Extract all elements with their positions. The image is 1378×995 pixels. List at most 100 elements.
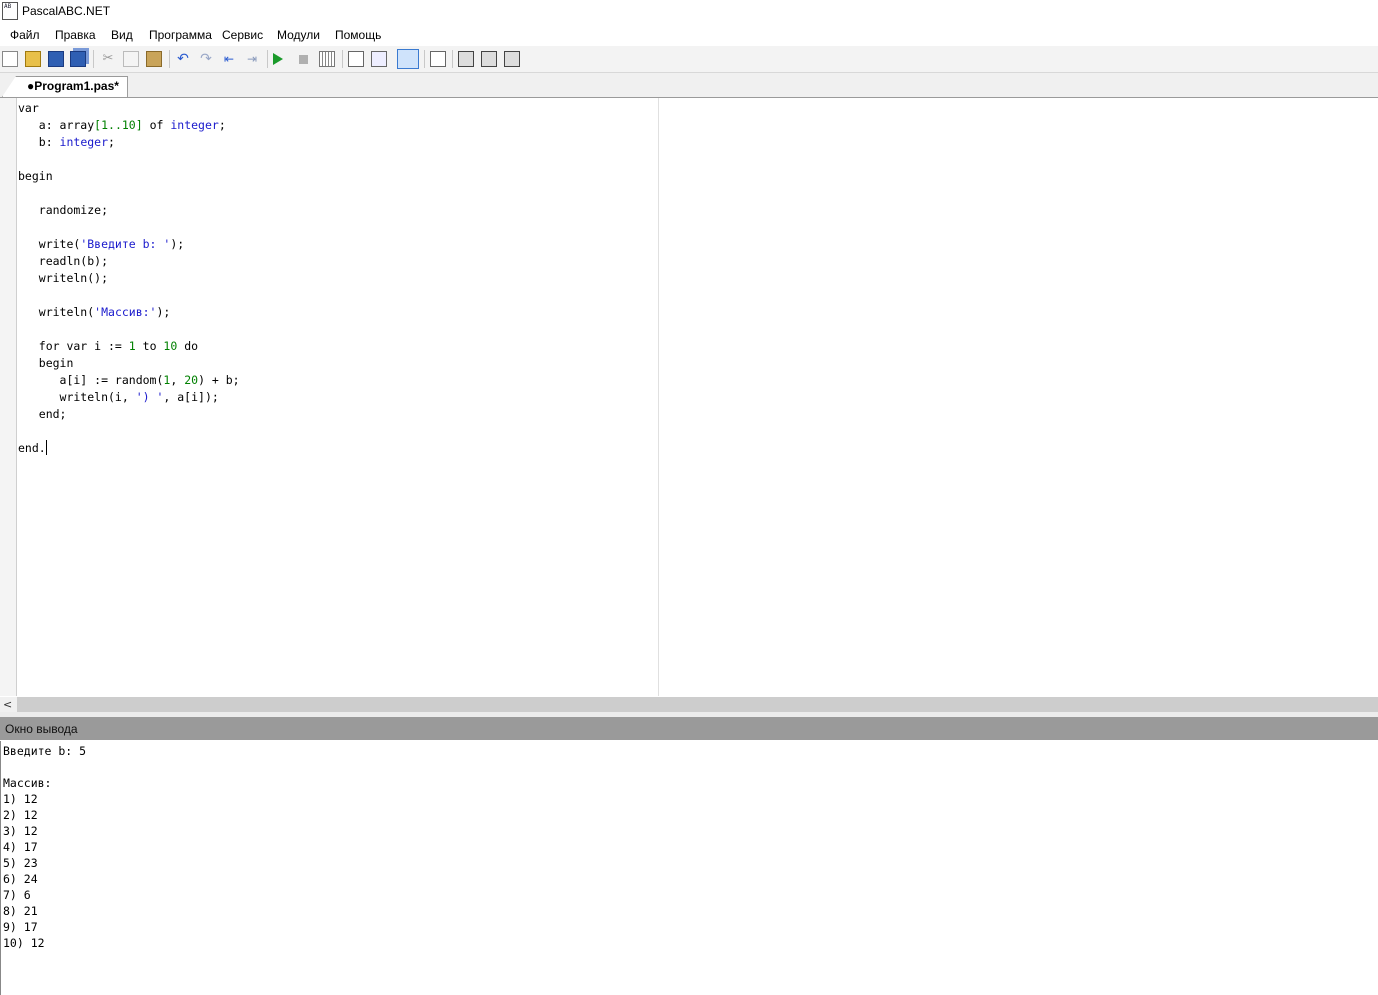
- step-over-icon[interactable]: [371, 51, 387, 67]
- menu-program[interactable]: Программа: [149, 28, 212, 42]
- code-token: to: [135, 339, 164, 353]
- code-token: );: [170, 237, 185, 251]
- pascalabc-app-icon: AB: [2, 2, 18, 20]
- tab-program1[interactable]: ●Program1.pas*: [2, 76, 128, 97]
- output-line: 10) 12: [3, 936, 45, 950]
- indent-right-icon[interactable]: ⇥: [244, 51, 260, 67]
- output-window[interactable]: Введите b: 5 Массив: 1) 12 2) 12 3) 12 4…: [0, 741, 1378, 995]
- code-line: readln(b);: [18, 254, 109, 268]
- toolbar-separator: [267, 50, 268, 68]
- paste-icon[interactable]: [146, 51, 162, 67]
- run-icon[interactable]: [273, 53, 283, 65]
- editor-gutter: [0, 98, 17, 696]
- code-token: writeln(: [18, 305, 95, 319]
- tab-strip: ●Program1.pas*: [0, 73, 1378, 98]
- output-window-icon[interactable]: [397, 49, 419, 69]
- output-line: 6) 24: [3, 872, 38, 886]
- compile-icon[interactable]: [319, 51, 335, 67]
- menu-view[interactable]: Вид: [111, 28, 133, 42]
- code-token: integer: [59, 135, 109, 149]
- save-icon[interactable]: [48, 51, 64, 67]
- code-token: ;: [108, 135, 115, 149]
- output-line: 3) 12: [3, 824, 38, 838]
- text-caret: [45, 440, 47, 455]
- code-token: do: [177, 339, 199, 353]
- scroll-left-arrow-icon[interactable]: <: [3, 698, 12, 711]
- code-token: 20: [184, 373, 199, 387]
- code-token: ') ': [135, 390, 164, 404]
- output-line: 7) 6: [3, 888, 31, 902]
- output-line: 1) 12: [3, 792, 38, 806]
- module-3-icon[interactable]: [504, 51, 520, 67]
- code-token: 'Введите b: ': [80, 237, 171, 251]
- code-line: begin: [18, 169, 53, 183]
- output-window-title: Окно вывода: [5, 722, 78, 736]
- scrollbar-thumb[interactable]: [17, 697, 1378, 712]
- code-line: randomize;: [18, 203, 109, 217]
- output-line: 9) 17: [3, 920, 38, 934]
- stop-icon[interactable]: [299, 55, 308, 64]
- code-token: [1..10]: [94, 118, 143, 132]
- code-token: ) + b;: [198, 373, 240, 387]
- code-token: , a[i]);: [163, 390, 219, 404]
- code-line: end.: [18, 441, 46, 455]
- save-all-icon[interactable]: [70, 51, 86, 67]
- window-title: PascalABC.NET: [22, 4, 111, 18]
- code-token: integer: [170, 118, 219, 132]
- code-token: a: array: [18, 118, 95, 132]
- output-text: Введите b: 5 Массив: 1) 12 2) 12 3) 12 4…: [3, 743, 86, 951]
- menu-edit[interactable]: Правка: [55, 28, 96, 42]
- redo-icon[interactable]: ↷: [198, 51, 214, 67]
- code-token: ;: [218, 118, 226, 132]
- toolbar-separator: [342, 50, 343, 68]
- code-token: b:: [18, 135, 60, 149]
- code-text[interactable]: var a: array[1..10] of integer; b: integ…: [18, 100, 240, 457]
- menu-help[interactable]: Помощь: [335, 28, 381, 42]
- editor-margin-line: [658, 98, 659, 696]
- output-line: 4) 17: [3, 840, 38, 854]
- code-token: write(: [18, 237, 81, 251]
- output-line: 8) 21: [3, 904, 38, 918]
- copy-icon[interactable]: [123, 51, 139, 67]
- output-line: Массив:: [3, 776, 52, 790]
- module-2-icon[interactable]: [481, 51, 497, 67]
- toolbar-separator: [169, 50, 170, 68]
- code-token: writeln(i,: [18, 390, 136, 404]
- module-1-icon[interactable]: [458, 51, 474, 67]
- menu-file[interactable]: Файл: [10, 28, 40, 42]
- toolbar-separator: [452, 50, 453, 68]
- output-line: 5) 23: [3, 856, 38, 870]
- code-line: begin: [18, 356, 74, 370]
- code-token: ,: [170, 373, 185, 387]
- code-editor[interactable]: var a: array[1..10] of integer; b: integ…: [0, 98, 1378, 696]
- code-token: 10: [163, 339, 178, 353]
- toolbar: ✂ ↶ ↷ ⇤ ⇥: [0, 46, 1378, 73]
- menu-bar: Файл Правка Вид Программа Сервис Модули …: [0, 24, 1378, 46]
- undo-icon[interactable]: ↶: [175, 51, 191, 67]
- code-line: writeln();: [18, 271, 109, 285]
- reformat-icon[interactable]: [430, 51, 446, 67]
- title-bar: AB PascalABC.NET: [0, 0, 1378, 24]
- cut-icon[interactable]: ✂: [100, 51, 116, 67]
- output-line: 2) 12: [3, 808, 38, 822]
- code-token: 1: [128, 339, 136, 353]
- code-token: );: [156, 305, 171, 319]
- code-token: of: [142, 118, 171, 132]
- code-token: 'Массив:': [94, 305, 157, 319]
- code-token: a[i] := random(: [18, 373, 164, 387]
- open-folder-icon[interactable]: [25, 51, 41, 67]
- code-token: for var i :=: [18, 339, 129, 353]
- code-line: end;: [18, 407, 67, 421]
- output-window-header: Окно вывода: [0, 717, 1378, 740]
- code-line: var: [18, 101, 39, 115]
- output-line: Введите b: 5: [3, 744, 87, 758]
- editor-horizontal-scrollbar[interactable]: <: [0, 697, 1378, 712]
- toolbar-separator: [93, 50, 94, 68]
- toolbar-separator: [424, 50, 425, 68]
- menu-modules[interactable]: Модули: [277, 28, 320, 42]
- new-file-icon[interactable]: [2, 51, 18, 67]
- indent-left-icon[interactable]: ⇤: [221, 51, 237, 67]
- app-icon-text: AB: [4, 3, 12, 10]
- step-into-icon[interactable]: [348, 51, 364, 67]
- menu-service[interactable]: Сервис: [222, 28, 263, 42]
